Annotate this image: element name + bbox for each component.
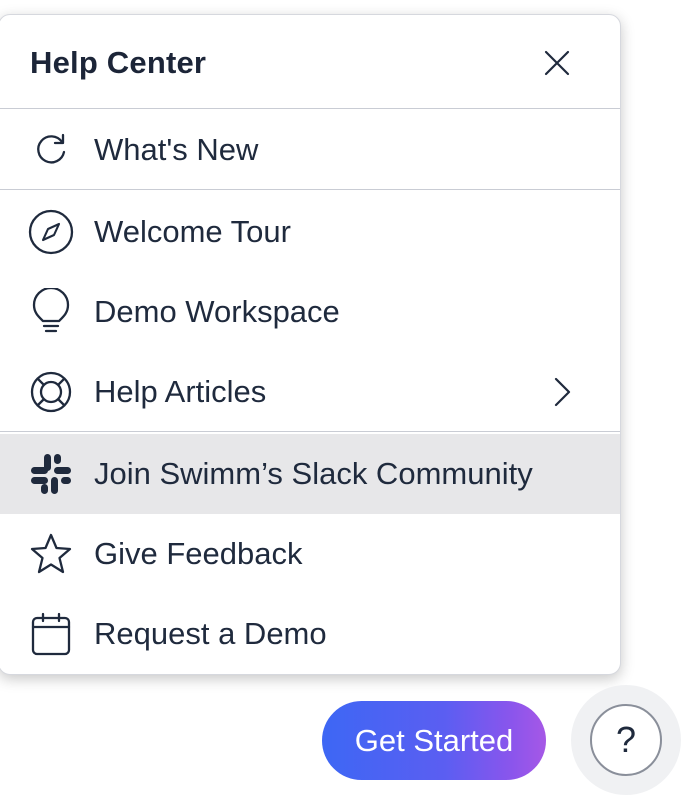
menu-item-welcome-tour[interactable]: Welcome Tour: [0, 192, 620, 272]
menu-item-label: Welcome Tour: [94, 214, 291, 249]
menu-item-give-feedback[interactable]: Give Feedback: [0, 514, 620, 594]
calendar-icon: [27, 612, 75, 656]
help-center-panel: Help Center What's New Welcome Tour Demo…: [0, 14, 621, 675]
close-icon: [544, 50, 570, 76]
menu-item-label: Join Swimm’s Slack Community: [94, 456, 533, 491]
close-button[interactable]: [539, 45, 575, 81]
star-icon: [27, 533, 75, 574]
menu-item-demo-workspace[interactable]: Demo Workspace: [0, 272, 620, 352]
menu-item-label: What's New: [94, 132, 259, 167]
help-button[interactable]: ?: [590, 704, 662, 776]
compass-icon: [27, 209, 75, 255]
help-center-title: Help Center: [30, 45, 207, 80]
chevron-right-icon: [547, 374, 577, 410]
menu-item-help-articles[interactable]: Help Articles: [0, 352, 620, 432]
refresh-icon: [27, 130, 75, 170]
menu-item-whats-new[interactable]: What's New: [0, 110, 620, 190]
menu-item-label: Give Feedback: [94, 536, 303, 571]
get-started-button[interactable]: Get Started: [322, 701, 546, 780]
lightbulb-icon: [27, 288, 75, 333]
help-center-header: Help Center: [0, 15, 620, 109]
menu-item-label: Demo Workspace: [94, 294, 340, 329]
menu-item-slack-community[interactable]: Join Swimm’s Slack Community: [0, 434, 620, 514]
menu-item-label: Request a Demo: [94, 616, 327, 651]
help-button-container: ?: [571, 685, 681, 795]
lifebuoy-icon: [27, 371, 75, 413]
menu-item-label: Help Articles: [94, 374, 267, 409]
menu-item-request-demo[interactable]: Request a Demo: [0, 594, 620, 674]
slack-icon: [27, 454, 75, 494]
